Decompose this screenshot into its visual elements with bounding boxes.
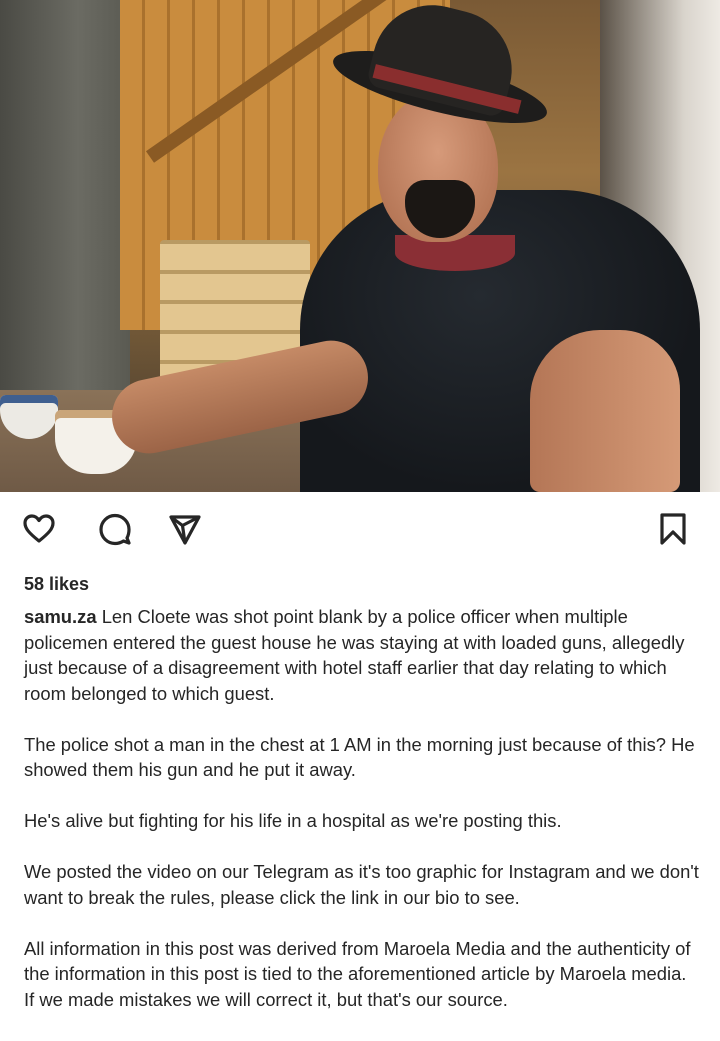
post-caption: samu.za Len Cloete was shot point blank … [24,604,700,1012]
caption-paragraph-4: We posted the video on our Telegram as i… [24,861,699,908]
post-photo[interactable] [0,0,720,492]
post-actions-bar [0,492,720,576]
caption-paragraph-2: The police shot a man in the chest at 1 … [24,733,695,781]
bookmark-icon[interactable] [656,512,690,546]
paper-plane-icon[interactable] [168,512,202,546]
caption-paragraph-5: All information in this post was derived… [24,937,691,1010]
likes-count[interactable]: 58 likes [24,574,89,595]
man-right-arm [530,330,680,492]
caption-paragraph-3: He's alive but fighting for his life in … [24,810,562,831]
caption-text-1: Len Cloete was shot point blank by a pol… [24,606,685,704]
heart-outline-icon[interactable] [22,512,56,546]
caption-paragraph-1: samu.za Len Cloete was shot point blank … [24,604,700,706]
username-link[interactable]: samu.za [24,606,97,627]
comment-bubble-icon[interactable] [98,512,132,546]
